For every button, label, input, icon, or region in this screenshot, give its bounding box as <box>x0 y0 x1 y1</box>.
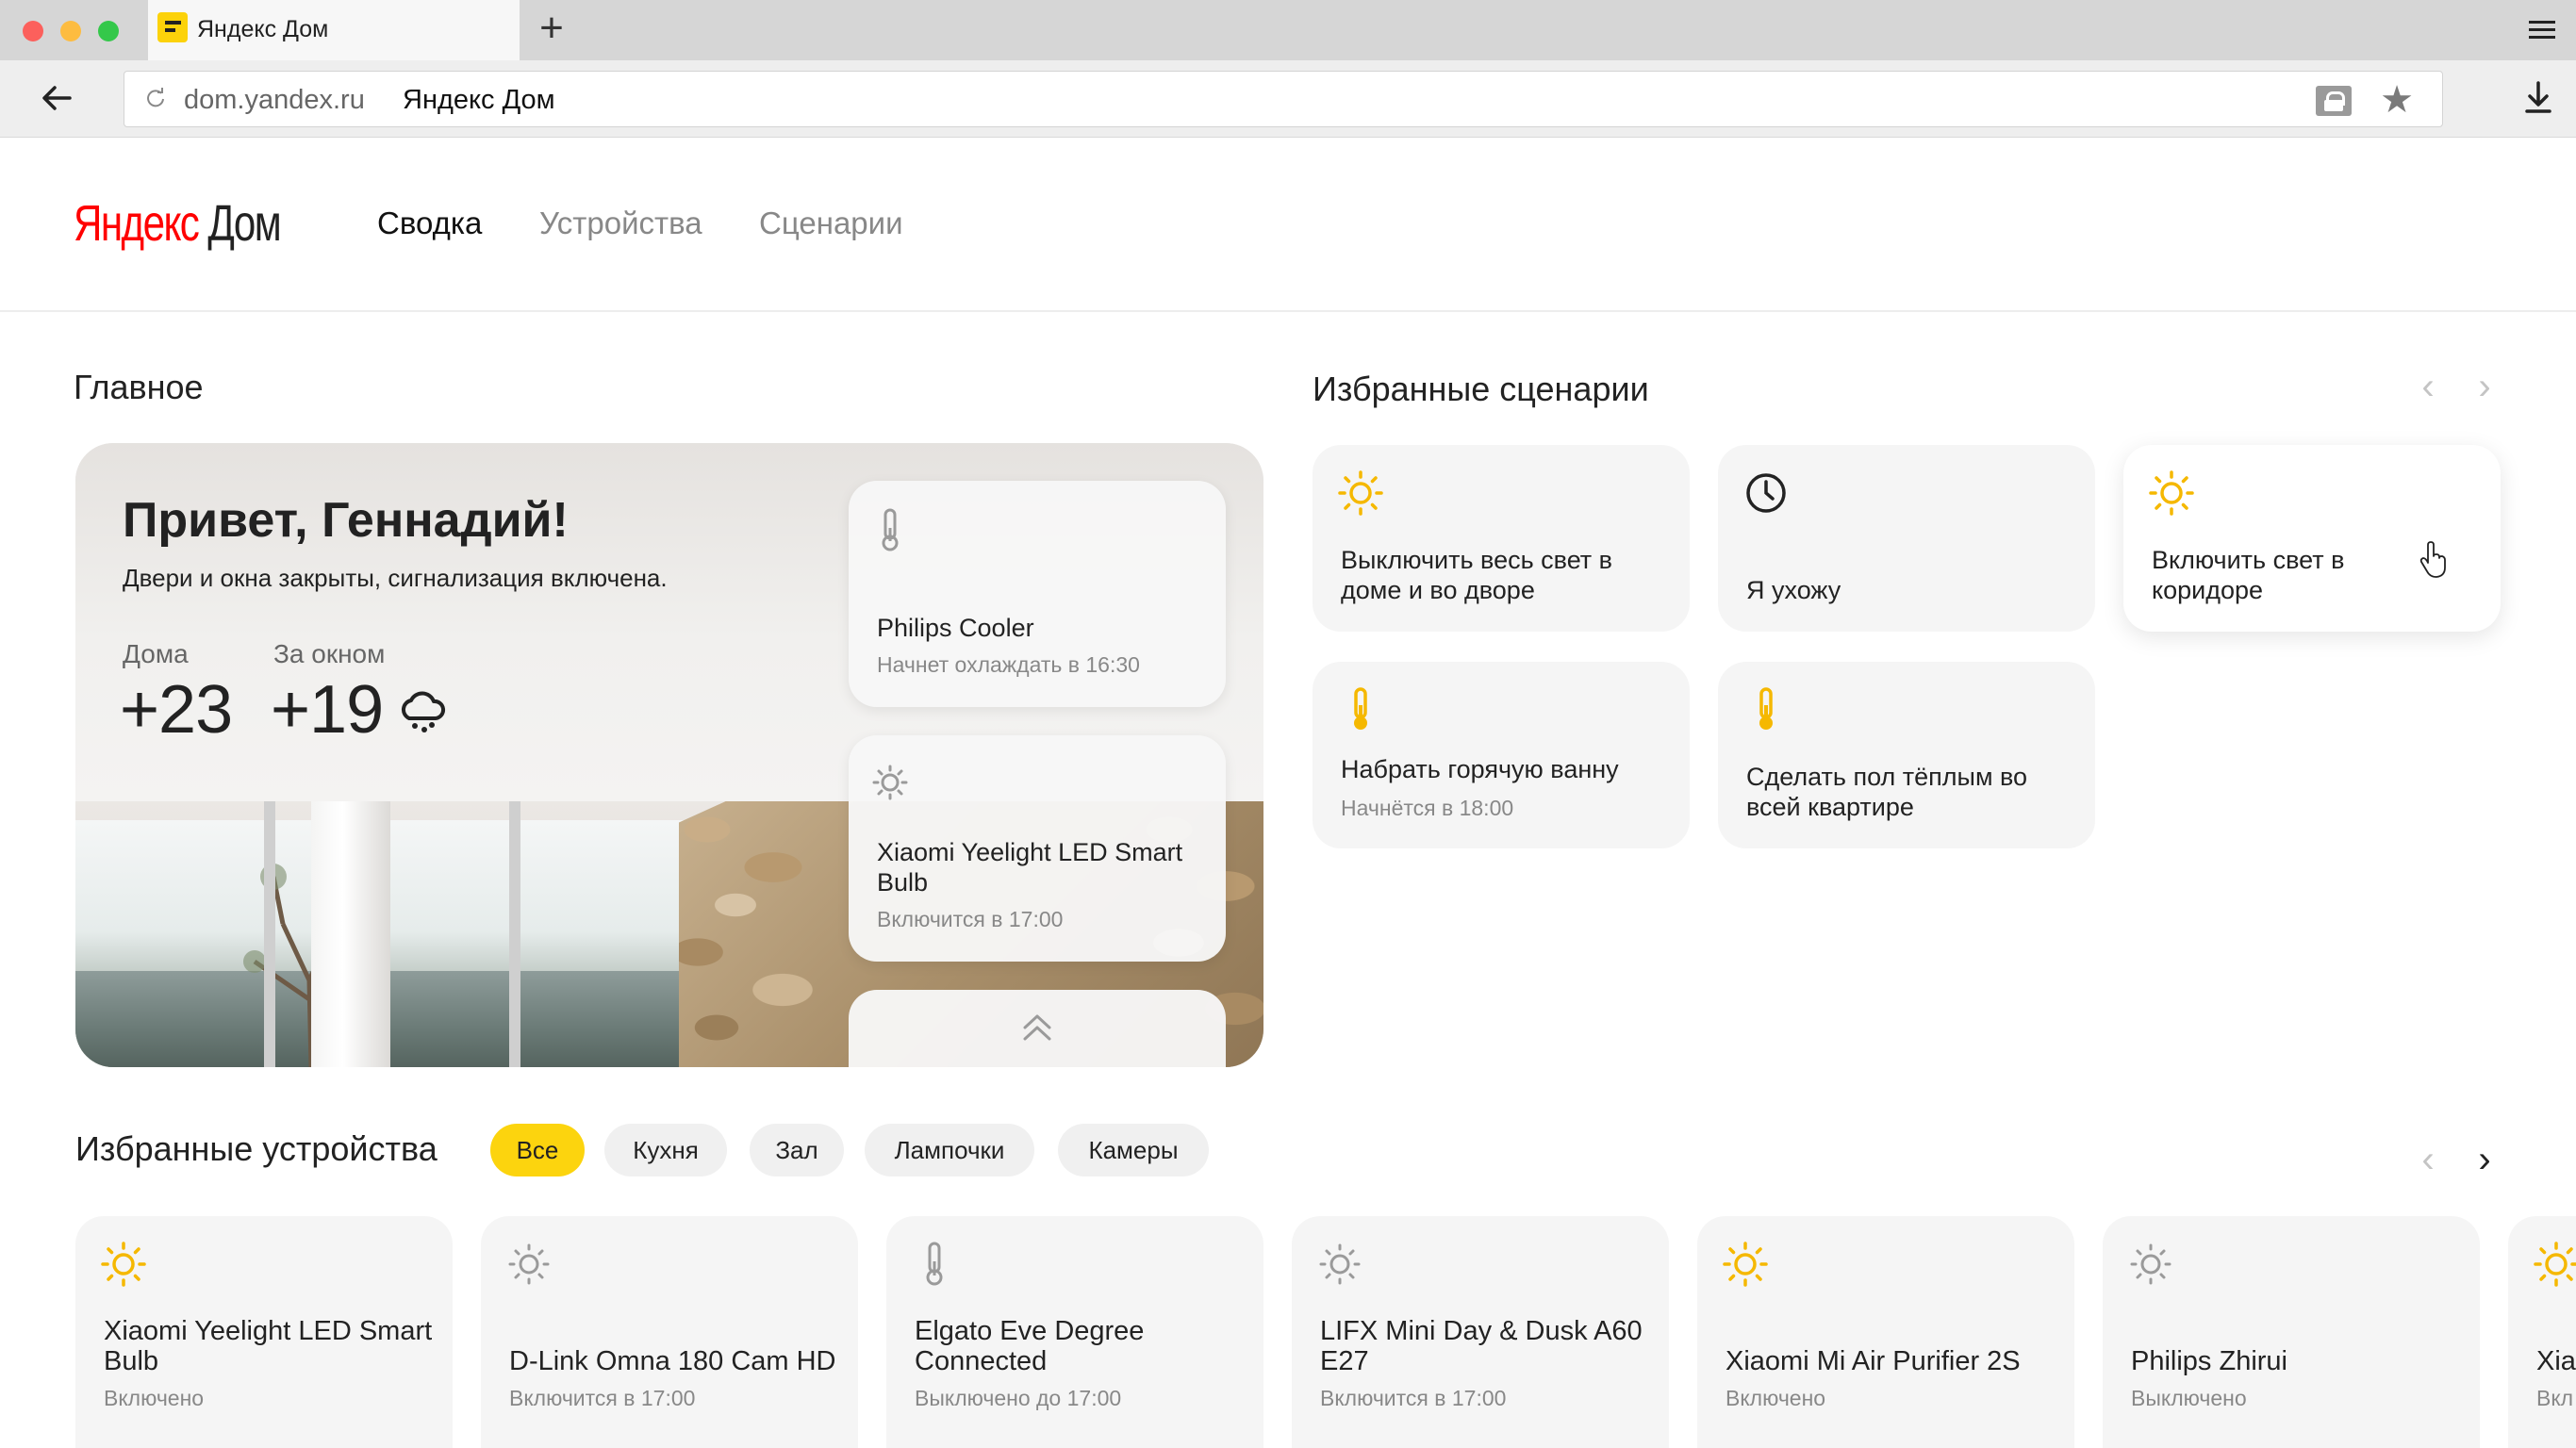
sun-icon <box>2534 1242 2576 1287</box>
device-card[interactable]: Philips Zhirui Выключено <box>2103 1216 2480 1448</box>
device-card[interactable]: Xiaomi Yeelight LED Smart Bulb Включено <box>75 1216 453 1448</box>
scenarios-prev-arrow-icon[interactable]: ‹ <box>2412 368 2444 405</box>
url-field[interactable]: dom.yandex.ru Яндекс Дом ★ <box>124 71 2443 127</box>
thermometer-icon <box>1354 687 1367 730</box>
filter-chip-kitchen[interactable]: Кухня <box>604 1124 727 1176</box>
home-temp-value: +23 <box>120 672 233 748</box>
bookmark-star-icon[interactable]: ★ <box>2380 78 2414 122</box>
device-title: Xiaomi Mi Air Purifier 2S <box>1726 1346 2021 1376</box>
sun-icon <box>872 765 908 800</box>
lock-icon[interactable] <box>2316 86 2352 116</box>
menu-icon[interactable] <box>2529 21 2555 40</box>
nav-scenarios[interactable]: Сценарии <box>759 206 903 241</box>
security-status: Двери и окна закрыты, сигнализация включ… <box>123 564 668 592</box>
scenario-status: Начнётся в 18:00 <box>1341 796 1514 820</box>
device-status: Выключено <box>2131 1386 2247 1410</box>
greeting-title: Привет, Геннадий! <box>123 493 569 548</box>
nav-summary[interactable]: Сводка <box>377 206 482 241</box>
rain-cloud-icon <box>401 691 445 732</box>
scenario-card[interactable]: Я ухожу <box>1718 445 2095 632</box>
expand-cards-button[interactable] <box>849 990 1226 1067</box>
device-status: Включится в 17:00 <box>1320 1386 1507 1410</box>
scenarios-next-arrow-icon[interactable]: › <box>2469 368 2501 405</box>
outside-temp-value: +19 <box>271 672 384 748</box>
device-card[interactable]: Xiaomi Mi Air Purifier 2S Включено <box>1697 1216 2074 1448</box>
filter-chip-all[interactable]: Все <box>490 1124 585 1176</box>
device-card[interactable]: Xia Вкл <box>2508 1216 2576 1448</box>
home-temp-label: Дома <box>123 639 189 668</box>
scenarios-section-title: Избранные сценарии <box>1313 370 1649 408</box>
filter-chip-hall[interactable]: Зал <box>750 1124 844 1176</box>
scenario-title: Сделать пол тёплым во всей квартире <box>1746 763 2028 821</box>
hero-card-status: Включится в 17:00 <box>877 907 1064 931</box>
device-title: Xiaomi Yeelight LED Smart Bulb <box>104 1316 433 1376</box>
yandex-dom-favicon-icon <box>157 12 188 42</box>
thermometer-icon <box>926 1242 943 1286</box>
maximize-window-button[interactable] <box>98 21 119 41</box>
device-status: Включено <box>104 1386 205 1410</box>
sun-icon <box>2130 1243 2171 1285</box>
browser-tab[interactable]: Яндекс Дом <box>148 0 520 60</box>
device-card[interactable]: LIFX Mini Day & Dusk A60 E27 Включится в… <box>1292 1216 1669 1448</box>
sun-icon <box>1723 1242 1768 1287</box>
scenario-card[interactable]: Включить свет в коридоре <box>2123 445 2501 632</box>
device-title: LIFX Mini Day & Dusk A60 E27 <box>1320 1316 1643 1376</box>
device-status: Выключено до 17:00 <box>915 1386 1122 1410</box>
devices-section-title: Избранные устройства <box>75 1129 438 1168</box>
outside-temp-label: За окном <box>273 639 386 668</box>
hero-card-status: Начнет охлаждать в 16:30 <box>877 652 1140 677</box>
device-card[interactable]: D-Link Omna 180 Cam HD Включится в 17:00 <box>481 1216 858 1448</box>
filter-chip-bulbs[interactable]: Лампочки <box>865 1124 1034 1176</box>
scenario-title: Включить свет в коридоре <box>2152 546 2345 604</box>
sun-icon <box>101 1242 146 1287</box>
device-status: Включено <box>1726 1386 1826 1410</box>
scenario-card[interactable]: Сделать пол тёплым во всей квартире <box>1718 662 2095 848</box>
hero-card-title: Xiaomi Yeelight LED Smart Bulb <box>877 838 1183 897</box>
device-status: Включится в 17:00 <box>509 1386 696 1410</box>
thermometer-icon <box>882 508 899 551</box>
scenario-card[interactable]: Выключить весь свет в доме и во дворе <box>1313 445 1690 632</box>
sun-icon <box>508 1243 550 1285</box>
sun-icon <box>1319 1243 1361 1285</box>
address-bar: dom.yandex.ru Яндекс Дом ★ <box>0 60 2576 138</box>
minimize-window-button[interactable] <box>60 21 81 41</box>
clock-icon <box>1746 473 1786 513</box>
filter-chip-cameras[interactable]: Камеры <box>1058 1124 1209 1176</box>
sun-icon <box>1338 470 1383 516</box>
nav-devices[interactable]: Устройства <box>539 206 702 241</box>
device-title: Philips Zhirui <box>2131 1346 2287 1376</box>
tab-title: Яндекс Дом <box>197 16 329 42</box>
sun-icon <box>2149 470 2194 516</box>
new-tab-button[interactable]: + <box>533 8 570 49</box>
main-section-title: Главное <box>74 368 204 406</box>
scenario-title: Я ухожу <box>1746 576 1841 604</box>
hero-device-card[interactable]: Xiaomi Yeelight LED Smart Bulb Включится… <box>849 735 1226 962</box>
device-card[interactable]: Elgato Eve Degree Connected Выключено до… <box>886 1216 1263 1448</box>
scenario-card[interactable]: Набрать горячую ванну Начнётся в 18:00 <box>1313 662 1690 848</box>
hero-device-card[interactable]: Philips Cooler Начнет охлаждать в 16:30 <box>849 481 1226 707</box>
url-page-title: Яндекс Дом <box>403 85 555 115</box>
device-status: Вкл <box>2536 1386 2574 1410</box>
device-title: Elgato Eve Degree Connected <box>915 1316 1145 1376</box>
thermometer-icon <box>1759 687 1773 730</box>
close-window-button[interactable] <box>23 21 43 41</box>
yandex-dom-logo[interactable]: Яндекс Дом <box>74 194 282 253</box>
reload-icon[interactable] <box>145 88 166 108</box>
download-icon[interactable] <box>2519 77 2557 119</box>
devices-prev-arrow-icon[interactable]: ‹ <box>2412 1141 2444 1178</box>
url-domain: dom.yandex.ru <box>184 85 365 115</box>
scenario-title: Выключить весь свет в доме и во дворе <box>1341 546 1613 604</box>
hero-card-title: Philips Cooler <box>877 614 1034 642</box>
pillar-image <box>311 801 390 1067</box>
site-header: Яндекс Дом Сводка Устройства Сценарии <box>0 138 2576 312</box>
hand-cursor-icon <box>2419 541 2446 578</box>
browser-tab-bar: Яндекс Дом + <box>0 0 2576 60</box>
scenario-title: Набрать горячую ванну <box>1341 755 1619 783</box>
device-title: D-Link Omna 180 Cam HD <box>509 1346 836 1376</box>
devices-next-arrow-icon[interactable]: › <box>2469 1141 2501 1178</box>
back-arrow-icon[interactable] <box>38 79 75 117</box>
device-title: Xia <box>2536 1346 2576 1376</box>
chevron-double-up-icon <box>1023 1014 1051 1041</box>
